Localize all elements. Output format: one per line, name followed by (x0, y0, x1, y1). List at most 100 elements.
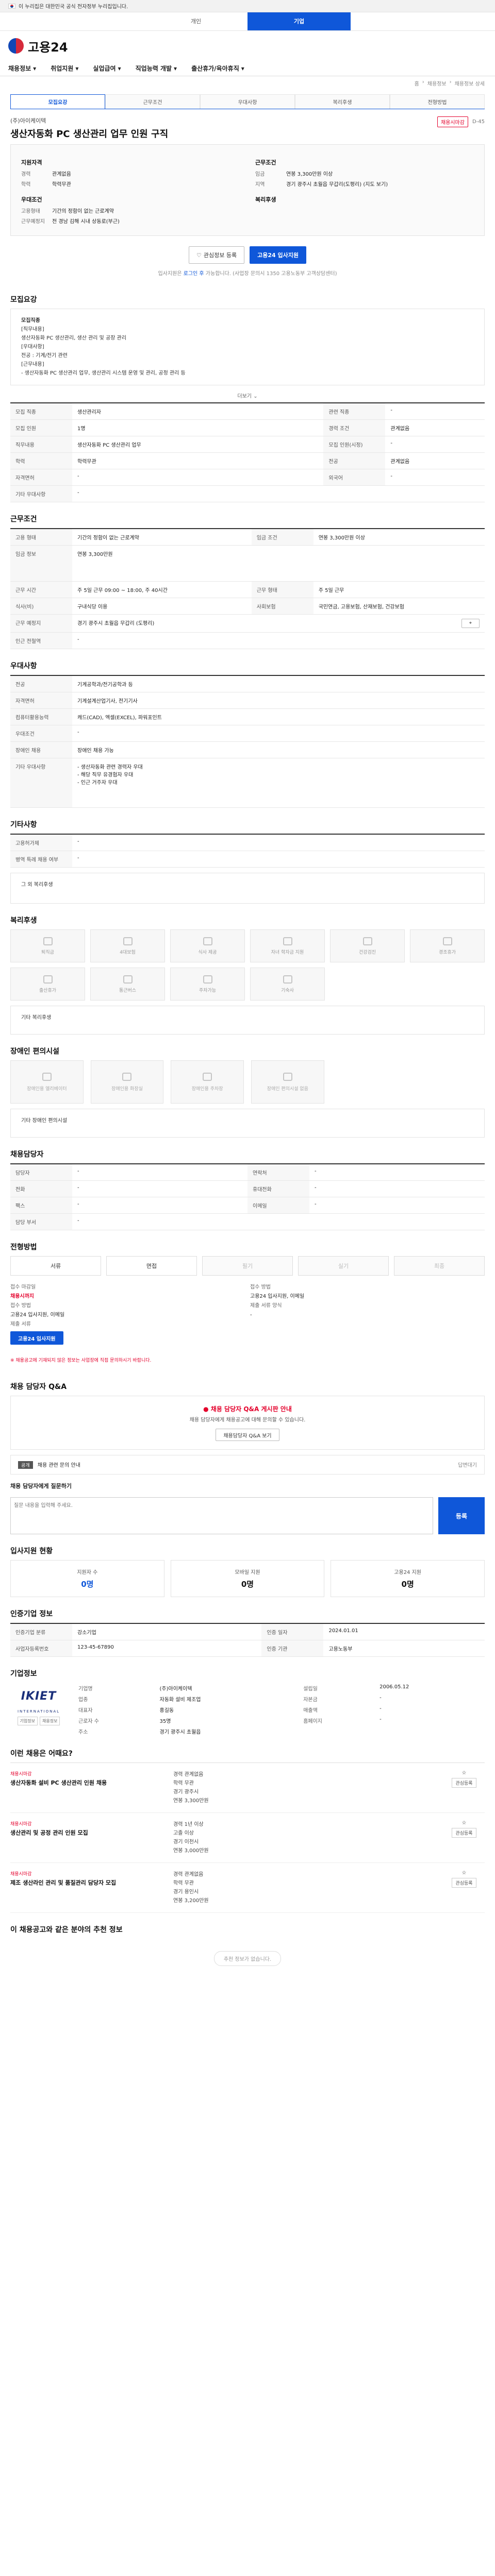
qa-input[interactable] (10, 1497, 433, 1534)
qa-info-box: ● 채용 담당자 Q&A 게시판 안내 채용 담당자에게 채용공고에 대해 문의… (10, 1396, 485, 1450)
tab-company[interactable]: 기업 (248, 12, 351, 30)
list-item[interactable]: 채용시마감 제조 생산라인 관리 및 품질관리 담당자 모집 경력 관계없음 학력 … (10, 1863, 485, 1913)
table-row: 인증기업 분류 강소기업 인증 일자 2024.01.01 (10, 1623, 485, 1640)
process-steps: 서류 면접 필기 실기 최종 (10, 1256, 485, 1276)
rec-actions: ☆ 관심등록 (443, 1870, 485, 1905)
apply-button[interactable]: 고용24 입사지원 (250, 246, 306, 264)
rec-save-button[interactable]: 관심등록 (452, 1778, 476, 1788)
table-row: 담당자 - 연락처 - (10, 1163, 485, 1181)
more-button[interactable]: 더보기 ⌄ (10, 385, 485, 402)
bus-icon (123, 975, 133, 984)
job-title: 생산자동화 PC 생산관리 업무 인원 구직 (10, 129, 169, 140)
tab-personal[interactable]: 개인 (144, 12, 248, 30)
rec-save-button[interactable]: 관심등록 (452, 1828, 476, 1838)
breadcrumb-home[interactable]: 홈 (415, 79, 419, 87)
rec-title[interactable]: 생산자동화 설비 PC 생산관리 인원 채용 (10, 1779, 165, 1787)
nav-label: 직업능력 개발 (135, 65, 172, 72)
rec-badge: 채용시마감 (10, 1872, 32, 1877)
recruit-line: [우대사항] (21, 344, 44, 350)
login-link[interactable]: 로그인 후 (184, 271, 204, 277)
chevron-down-icon: ▾ (241, 64, 244, 72)
table-row: 모집 인원 1명 경력 조건 관계없음 (10, 419, 485, 436)
welfare-item: 4대보험 (90, 929, 165, 962)
summary-row: 고용형태 기간의 정함이 없는 근로계약 (21, 207, 240, 217)
disabled-note: 기타 장애인 편의시설 (21, 1118, 68, 1124)
map-button[interactable]: ⌖ (461, 619, 480, 628)
rec-save-button[interactable]: 관심등록 (452, 1878, 476, 1888)
rec-meta: 경력 1년 이상 고졸 이상 경기 이천시 연봉 3,000만원 (173, 1820, 435, 1855)
apply-info: 접수 마감일 채용시까지 접수 방법 고용24 입사지원, 이메일 제출 서류 … (10, 1276, 485, 1352)
apply-key: 접수 방법 (10, 1303, 31, 1309)
nav-item-support[interactable]: 취업지원 ▾ (51, 64, 78, 73)
company-name[interactable]: (주)아이케이텍 (10, 116, 485, 125)
table-cell: 주 5일 근무 09:00 ~ 18:00, 주 40시간 (72, 581, 252, 598)
qa-section: 채용 담당자 Q&A ● 채용 담당자 Q&A 게시판 안내 채용 담당자에게 … (10, 1372, 485, 1536)
breadcrumb-jobs[interactable]: 채용정보 (427, 79, 447, 87)
table-header: 근무 예정지 (10, 614, 72, 633)
rec-meta-item: 경기 이천시 (173, 1839, 199, 1845)
table-cell: 생산관리자 (72, 402, 324, 420)
table-cell: 2024.01.01 (323, 1623, 485, 1640)
qa-item[interactable]: 공개 채용 관련 문의 안내 답변대기 (10, 1455, 485, 1475)
welfare-label: 경조휴가 (438, 950, 456, 955)
meal-icon (203, 937, 212, 945)
star-icon[interactable]: ☆ (462, 1770, 467, 1776)
recruit-line: 생산자동화 PC 생산관리, 생산 관리 및 공장 관리 (21, 335, 127, 341)
qa-link-button[interactable]: 채용담당자 Q&A 보기 (216, 1429, 279, 1441)
nav-item-unemployment[interactable]: 실업급여 ▾ (93, 64, 121, 73)
disabled-label: 장애인용 화장실 (111, 1086, 143, 1092)
table-header: 근무 시간 (10, 581, 72, 598)
qa-submit-button[interactable]: 등록 (438, 1497, 485, 1534)
table-header: 인증 기관 (261, 1640, 324, 1657)
apply-button-2[interactable]: 고용24 입사지원 (10, 1331, 63, 1345)
section-title: 우대사항 (10, 662, 37, 670)
table-header: 매출액 (303, 1708, 318, 1714)
list-item[interactable]: 채용시마감 생산자동화 설비 PC 생산관리 인원 채용 경력 관계없음 학력 무관… (10, 1763, 485, 1813)
nav-item-training[interactable]: 직업능력 개발 ▾ (136, 64, 177, 73)
rec-meta: 경력 관계없음 학력 무관 경기 광주시 연봉 3,300만원 (173, 1770, 435, 1805)
star-icon[interactable]: ☆ (462, 1820, 467, 1826)
rec-title[interactable]: 생산관리 및 공정 관리 인원 모집 (10, 1829, 165, 1837)
table-cell: - (72, 1197, 248, 1214)
recruit-line: [직무내용] (21, 327, 44, 332)
status-badge: 채용시마감 (437, 116, 468, 127)
brand-name[interactable]: 고용24 (28, 37, 68, 55)
tab-recruit[interactable]: 모집요강 (10, 94, 105, 109)
table-row: 임금 정보 연봉 3,300만원 (10, 545, 485, 582)
more-label: 더보기 (237, 394, 252, 399)
process-step: 서류 (10, 1256, 101, 1276)
empty-pill: 추천 정보가 없습니다. (213, 1951, 282, 1966)
star-icon[interactable]: ☆ (462, 1870, 467, 1876)
rec-title-block: 채용시마감 생산관리 및 공정 관리 인원 모집 (10, 1820, 165, 1855)
korea-flag-icon (8, 3, 15, 9)
stat-section: 입사지원 현황 지원자 수 0명 모바일 지원 0명 고용24 지원 0명 (10, 1536, 485, 1599)
recruit-line: 모집직종 (21, 318, 40, 324)
tab-pref[interactable]: 우대사항 (200, 94, 295, 109)
list-item[interactable]: 채용시마감 생산관리 및 공정 관리 인원 모집 경력 1년 이상 고졸 이상 경기 … (10, 1813, 485, 1863)
nav-item-jobs[interactable]: 채용정보 ▾ (8, 64, 36, 73)
company-jobs-button[interactable]: 채용정보 (40, 1717, 60, 1725)
table-cell: 기간의 정함이 없는 근로계약 (72, 528, 252, 546)
scrap-button[interactable]: ♡ 관심정보 등록 (189, 246, 245, 264)
company-table: 기업명 (주)아이케이텍 설립일 2006.05.12 업종 자동화 설비 제조업 자본금… (75, 1683, 485, 1737)
summary-value[interactable]: 경기 광주시 초월읍 무갑리(도평리) (지도 보기) (286, 180, 474, 190)
table-cell: - (72, 469, 324, 486)
rec-meta-item: 경력 1년 이상 (173, 1822, 204, 1827)
table-row: 대표자 홍길동 매출액 - (75, 1704, 485, 1715)
tab-welfare[interactable]: 복리후생 (295, 94, 390, 109)
disabled-item: 장애인 편의시설 없음 (251, 1060, 324, 1104)
table-cell: 경기 광주시 초월읍 (159, 1730, 201, 1735)
section-title: 복리후생 (10, 917, 37, 925)
table-header: 자격면허 (10, 692, 72, 709)
table-cell: 강소기업 (72, 1623, 262, 1640)
apply-info-right: 접수 방법 고용24 입사지원, 이메일 제출 서류 양식 - (250, 1283, 485, 1345)
qa-reply-status: 답변대기 (458, 1463, 477, 1468)
table-header: 병역 특례 채용 여부 (10, 851, 72, 868)
nav-item-leave[interactable]: 출산휴가/육아휴직 ▾ (191, 64, 244, 73)
tab-process[interactable]: 전형방법 (390, 94, 485, 109)
table-cell: 기계설계산업기사, 전기기사 (72, 692, 485, 709)
tab-work[interactable]: 근무조건 (105, 94, 200, 109)
company-info-button[interactable]: 기업정보 (17, 1717, 38, 1725)
rec-title[interactable]: 제조 생산라인 관리 및 품질관리 담당자 모집 (10, 1879, 165, 1887)
pref-table: 전공 기계공학과/전기공학과 등 자격면허 기계설계산업기사, 전기기사 컴퓨터활용… (10, 675, 485, 808)
